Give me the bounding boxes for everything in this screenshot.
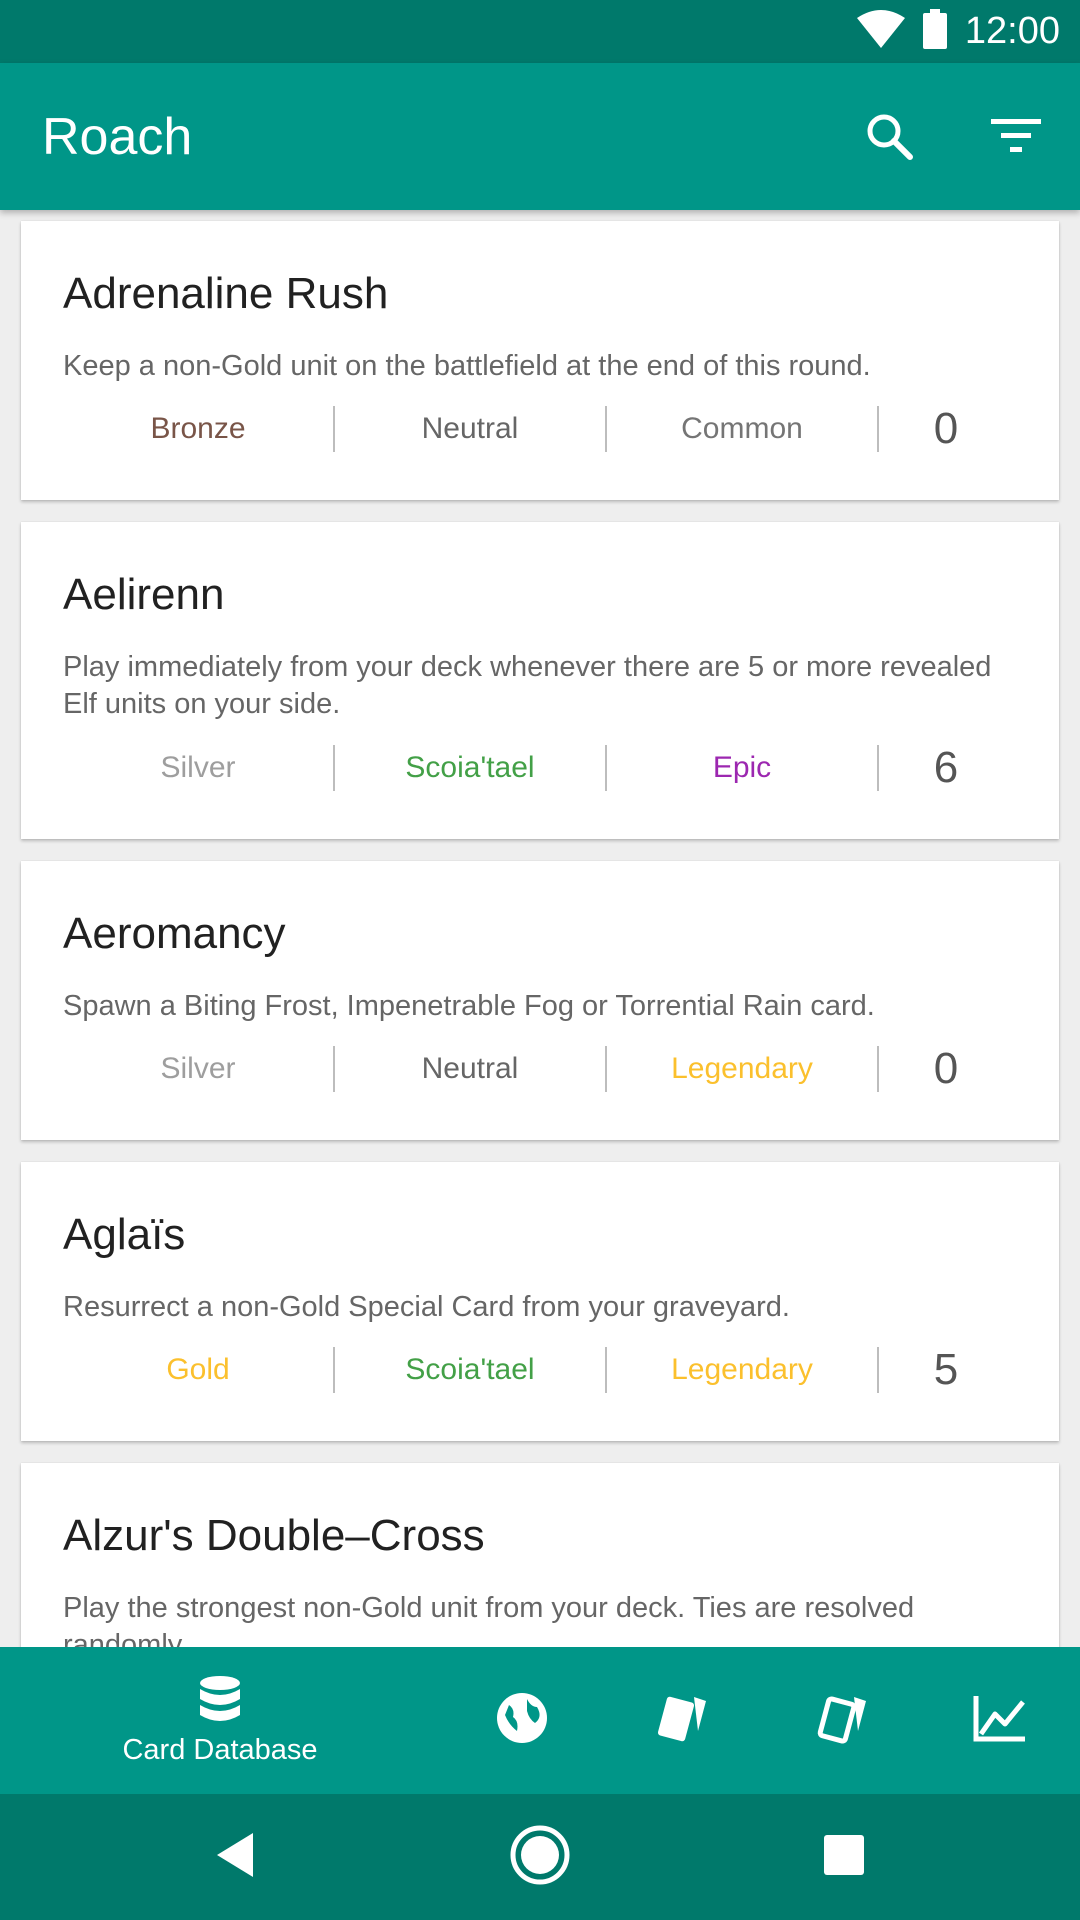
card-faction: Neutral <box>335 1046 607 1092</box>
back-icon <box>213 1831 257 1884</box>
battery-icon <box>922 9 947 54</box>
card-description: Play the strongest non-Gold unit from yo… <box>63 1592 915 1647</box>
card-rarity: Common <box>607 406 879 452</box>
recents-button[interactable] <box>809 1822 879 1892</box>
nav-label: Card Database <box>122 1733 318 1766</box>
chart-icon <box>973 1694 1027 1747</box>
page-title: Roach <box>42 108 193 166</box>
nav-my-cards[interactable] <box>802 1647 882 1794</box>
card-cost: 0 <box>933 404 959 453</box>
card-outline-icon <box>814 1691 870 1750</box>
system-navigation <box>0 1794 1080 1920</box>
card-description: Play immediately from your deck whenever… <box>63 651 992 720</box>
card-meta: Bronze Neutral Common 0 <box>63 404 1013 454</box>
card-name: Adrenaline Rush <box>63 269 389 318</box>
card-item[interactable]: Aelirenn Play immediately from your deck… <box>21 522 1059 839</box>
card-name: Alzur's Double–Cross <box>63 1511 485 1560</box>
card-name: Aeromancy <box>63 909 286 958</box>
card-tier: Silver <box>63 745 335 791</box>
card-item[interactable]: Aglaïs Resurrect a non-Gold Special Card… <box>21 1162 1059 1441</box>
filter-icon <box>991 117 1041 160</box>
app-bar: Roach <box>0 63 1080 210</box>
nav-decks[interactable] <box>642 1647 722 1794</box>
nav-factions[interactable] <box>482 1647 562 1794</box>
card-name: Aglaïs <box>63 1210 186 1259</box>
filter-button[interactable] <box>981 103 1051 173</box>
back-button[interactable] <box>200 1822 270 1892</box>
status-time: 12:00 <box>964 10 1060 52</box>
card-rarity: Epic <box>607 745 879 791</box>
card-icon <box>654 1691 710 1750</box>
card-item[interactable]: Alzur's Double–Cross Play the strongest … <box>21 1463 1059 1647</box>
card-item[interactable]: Adrenaline Rush Keep a non-Gold unit on … <box>21 221 1059 500</box>
nav-stats[interactable] <box>960 1647 1040 1794</box>
home-button[interactable] <box>505 1822 575 1892</box>
card-rarity: Legendary <box>607 1046 879 1092</box>
card-description: Resurrect a non-Gold Special Card from y… <box>63 1291 790 1323</box>
search-button[interactable] <box>854 103 924 173</box>
card-meta: Silver Scoia'tael Epic 6 <box>63 743 1013 793</box>
wifi-icon <box>856 10 905 53</box>
card-meta: Gold Scoia'tael Legendary 5 <box>63 1345 1013 1395</box>
card-cost: 6 <box>933 743 959 792</box>
card-name: Aelirenn <box>63 570 225 619</box>
bottom-navigation: Card Database <box>0 1647 1080 1794</box>
card-rarity: Legendary <box>607 1347 879 1393</box>
nav-card-database[interactable]: Card Database <box>100 1647 340 1794</box>
card-tier: Bronze <box>63 406 335 452</box>
globe-icon <box>495 1691 549 1750</box>
card-cost: 0 <box>933 1044 959 1093</box>
card-faction: Scoia'tael <box>335 1347 607 1393</box>
card-tier: Gold <box>63 1347 335 1393</box>
recents-icon <box>823 1834 865 1881</box>
status-bar: 12:00 <box>0 0 1080 63</box>
card-list[interactable]: Adrenaline Rush Keep a non-Gold unit on … <box>0 210 1080 1647</box>
card-faction: Scoia'tael <box>335 745 607 791</box>
home-icon <box>509 1824 571 1891</box>
card-description: Spawn a Biting Frost, Impenetrable Fog o… <box>63 990 875 1022</box>
card-description: Keep a non-Gold unit on the battlefield … <box>63 350 871 382</box>
search-icon <box>864 111 914 166</box>
card-item[interactable]: Aeromancy Spawn a Biting Frost, Impenetr… <box>21 861 1059 1140</box>
database-icon <box>198 1675 242 1728</box>
card-tier: Silver <box>63 1046 335 1092</box>
card-cost: 5 <box>933 1345 959 1394</box>
card-faction: Neutral <box>335 406 607 452</box>
card-meta: Silver Neutral Legendary 0 <box>63 1044 1013 1094</box>
